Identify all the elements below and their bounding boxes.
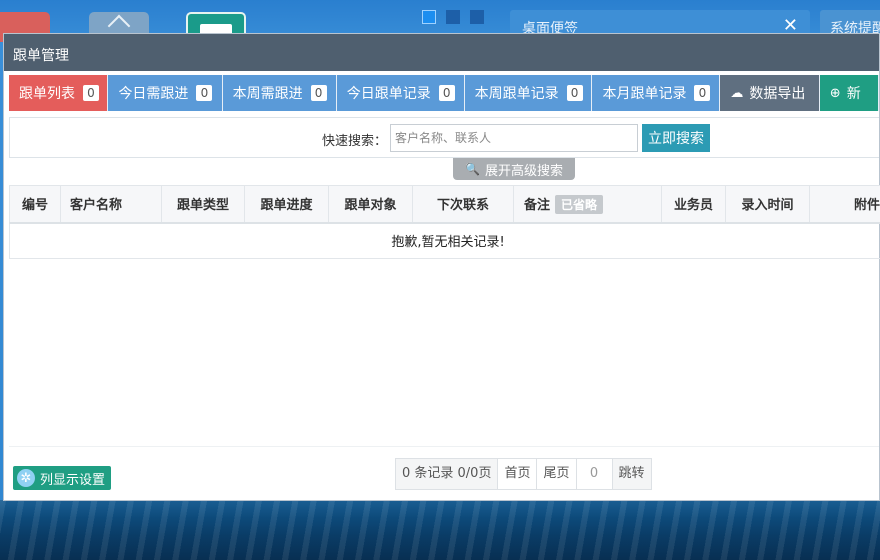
last-page-button[interactable]: 尾页 bbox=[537, 459, 577, 489]
tab-count-badge: 0 bbox=[694, 85, 711, 101]
plus-circle-icon: ⊕ bbox=[829, 85, 841, 101]
tab-label: 本周需跟进 bbox=[232, 86, 303, 102]
desktop-wallpaper bbox=[0, 500, 880, 560]
tab-count-badge: 0 bbox=[566, 85, 583, 101]
column-header[interactable]: 客户名称 bbox=[60, 185, 162, 224]
search-button[interactable]: 立即搜索 bbox=[642, 124, 710, 152]
first-page-button[interactable]: 首页 bbox=[498, 459, 538, 489]
window-title: 跟单管理 bbox=[13, 48, 69, 64]
empty-message: 抱歉,暂无相关记录! bbox=[9, 222, 880, 259]
search-input[interactable] bbox=[390, 124, 638, 152]
column-header[interactable]: 业务员 bbox=[661, 185, 726, 224]
tab-label: 本周跟单记录 bbox=[474, 86, 559, 102]
column-header[interactable]: 附件 bbox=[809, 185, 880, 224]
tab-today-records[interactable]: 今日跟单记录 0 bbox=[336, 75, 465, 111]
gear-icon: ✲ bbox=[17, 469, 35, 487]
new-button[interactable]: ⊕ 新 bbox=[819, 75, 879, 111]
search-icon: 🔍 bbox=[465, 162, 480, 176]
followup-window: 跟单管理 跟单列表 0 今日需跟进 0 本周需跟进 0 今日跟单记录 0 本周跟… bbox=[3, 33, 880, 501]
footer-divider bbox=[9, 446, 879, 447]
workspace-switch-1[interactable] bbox=[422, 10, 436, 24]
quick-search-panel: 快速搜索： 立即搜索 bbox=[9, 117, 879, 158]
tab-week-followup[interactable]: 本周需跟进 0 bbox=[222, 75, 337, 111]
export-button[interactable]: ☁ 数据导出 bbox=[720, 75, 820, 111]
export-label: 数据导出 bbox=[749, 86, 806, 102]
column-header[interactable]: 跟单进度 bbox=[244, 185, 329, 224]
tab-count-badge: 0 bbox=[310, 85, 327, 101]
column-header[interactable]: 下次联系 bbox=[412, 185, 514, 224]
column-header[interactable]: 编号 bbox=[9, 185, 61, 224]
advanced-search-label: 展开高级搜索 bbox=[484, 163, 563, 179]
workspace-switch-3[interactable] bbox=[470, 10, 484, 24]
jump-button[interactable]: 跳转 bbox=[613, 459, 651, 489]
tab-count-badge: 0 bbox=[196, 85, 213, 101]
tab-bar: 跟单列表 0 今日需跟进 0 本周需跟进 0 今日跟单记录 0 本周跟单记录 0… bbox=[9, 75, 879, 111]
column-settings-button[interactable]: ✲ 列显示设置 bbox=[13, 466, 111, 490]
table-header-row: 编号 客户名称 跟单类型 跟单进度 跟单对象 下次联系 备注 已省略 业务员 录入… bbox=[9, 185, 880, 224]
pager-summary: 0 条记录 0/0页 bbox=[396, 459, 499, 489]
advanced-search-toggle[interactable]: 🔍 展开高级搜索 bbox=[453, 158, 575, 180]
tab-today-followup[interactable]: 今日需跟进 0 bbox=[108, 75, 223, 111]
window-title-bar[interactable]: 跟单管理 bbox=[4, 34, 879, 71]
tab-label: 今日跟单记录 bbox=[346, 86, 431, 102]
column-header[interactable]: 录入时间 bbox=[725, 185, 810, 224]
new-label: 新 bbox=[846, 86, 861, 102]
tab-count-badge: 0 bbox=[83, 85, 99, 101]
column-settings-label: 列显示设置 bbox=[40, 472, 106, 488]
pagination: 0 条记录 0/0页 首页 尾页 跳转 bbox=[395, 458, 652, 490]
table-row: 抱歉,暂无相关记录! bbox=[9, 222, 880, 259]
omitted-badge: 已省略 bbox=[555, 194, 604, 214]
tab-week-records[interactable]: 本周跟单记录 0 bbox=[464, 75, 593, 111]
column-header-notes[interactable]: 备注 已省略 bbox=[513, 185, 662, 224]
tab-label: 本月跟单记录 bbox=[602, 86, 687, 102]
tab-count-badge: 0 bbox=[438, 85, 455, 101]
column-header[interactable]: 跟单类型 bbox=[161, 185, 245, 224]
column-header[interactable]: 跟单对象 bbox=[328, 185, 413, 224]
tab-month-records[interactable]: 本月跟单记录 0 bbox=[592, 75, 721, 111]
cloud-download-icon: ☁ bbox=[730, 85, 744, 101]
tab-followup-list[interactable]: 跟单列表 0 bbox=[9, 75, 109, 111]
records-table: 编号 客户名称 跟单类型 跟单进度 跟单对象 下次联系 备注 已省略 业务员 录入… bbox=[9, 185, 880, 259]
tab-label: 今日需跟进 bbox=[118, 86, 189, 102]
search-label: 快速搜索： bbox=[322, 134, 388, 149]
page-number-input[interactable] bbox=[576, 459, 613, 489]
tab-label: 跟单列表 bbox=[19, 86, 75, 102]
workspace-switch-2[interactable] bbox=[446, 10, 460, 24]
